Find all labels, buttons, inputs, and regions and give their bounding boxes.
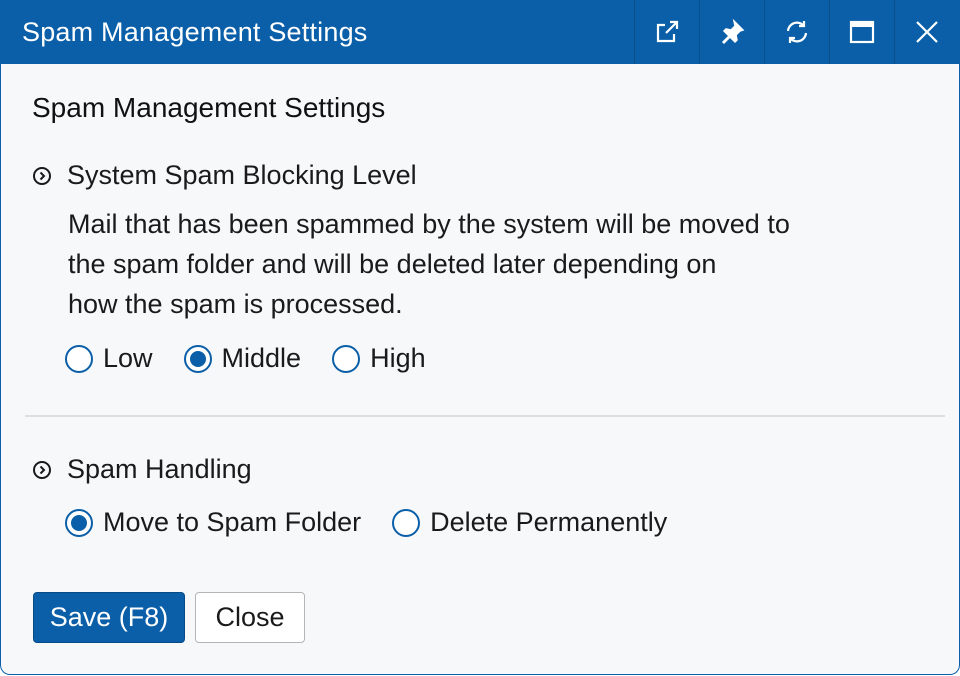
- chevron-circle-right-icon: [33, 166, 51, 185]
- page-title: Spam Management Settings: [32, 92, 386, 123]
- description-line: how the spam is processed.: [68, 289, 403, 319]
- close-icon: [916, 21, 938, 43]
- window-controls: [634, 0, 959, 64]
- radio-circle-selected[interactable]: [65, 508, 93, 537]
- spam-handling-label: Spam Handling: [67, 454, 252, 484]
- window-title: Spam Management Settings: [22, 17, 368, 47]
- title-bar: Spam Management Settings: [1, 0, 959, 64]
- radio-dot: [71, 514, 87, 531]
- radio-circle[interactable]: [392, 508, 421, 537]
- maximize-button[interactable]: [829, 0, 894, 64]
- radio-label: Move to Spam Folder: [103, 507, 362, 537]
- blocking-level-radio-group: Low Middle High: [65, 343, 457, 374]
- close-window-button[interactable]: [894, 0, 959, 64]
- radio-circle[interactable]: [65, 344, 93, 373]
- radio-delete-permanently[interactable]: Delete Permanently: [392, 507, 667, 538]
- radio-low[interactable]: Low: [65, 343, 153, 374]
- handling-section-header: Spam Handling: [32, 454, 252, 485]
- save-button[interactable]: Save (F8): [33, 592, 185, 643]
- description-line: the spam folder and will be deleted late…: [68, 249, 717, 279]
- blocking-description: Mail that has been spammed by the system…: [68, 204, 828, 324]
- refresh-button[interactable]: [764, 0, 829, 64]
- radio-circle[interactable]: [332, 344, 361, 373]
- radio-label: Low: [103, 343, 153, 373]
- description-line: Mail that has been spammed by the system…: [68, 209, 790, 239]
- chevron-circle-right-icon: [33, 460, 51, 479]
- spam-handling-radio-group: Move to Spam Folder Delete Permanently: [65, 507, 698, 538]
- radio-label: High: [370, 343, 426, 373]
- radio-move-to-spam[interactable]: Move to Spam Folder: [65, 507, 361, 538]
- radio-label: Delete Permanently: [430, 507, 668, 537]
- radio-label: Middle: [221, 343, 302, 373]
- radio-circle-selected[interactable]: [183, 344, 212, 373]
- external-link-button[interactable]: [634, 0, 699, 64]
- pin-button[interactable]: [699, 0, 764, 64]
- radio-dot: [189, 350, 206, 367]
- blocking-section-header: System Spam Blocking Level: [32, 160, 417, 191]
- blocking-level-label: System Spam Blocking Level: [67, 160, 417, 190]
- pin-icon: [721, 18, 745, 45]
- close-button[interactable]: Close: [195, 592, 305, 643]
- maximize-icon: [849, 20, 875, 44]
- radio-middle[interactable]: Middle: [183, 343, 302, 374]
- radio-high[interactable]: High: [332, 343, 426, 374]
- external-link-icon: [656, 20, 679, 43]
- refresh-icon: [786, 21, 808, 43]
- section-divider: [25, 415, 945, 417]
- settings-window: Spam Management Settings Spam Management…: [0, 0, 960, 675]
